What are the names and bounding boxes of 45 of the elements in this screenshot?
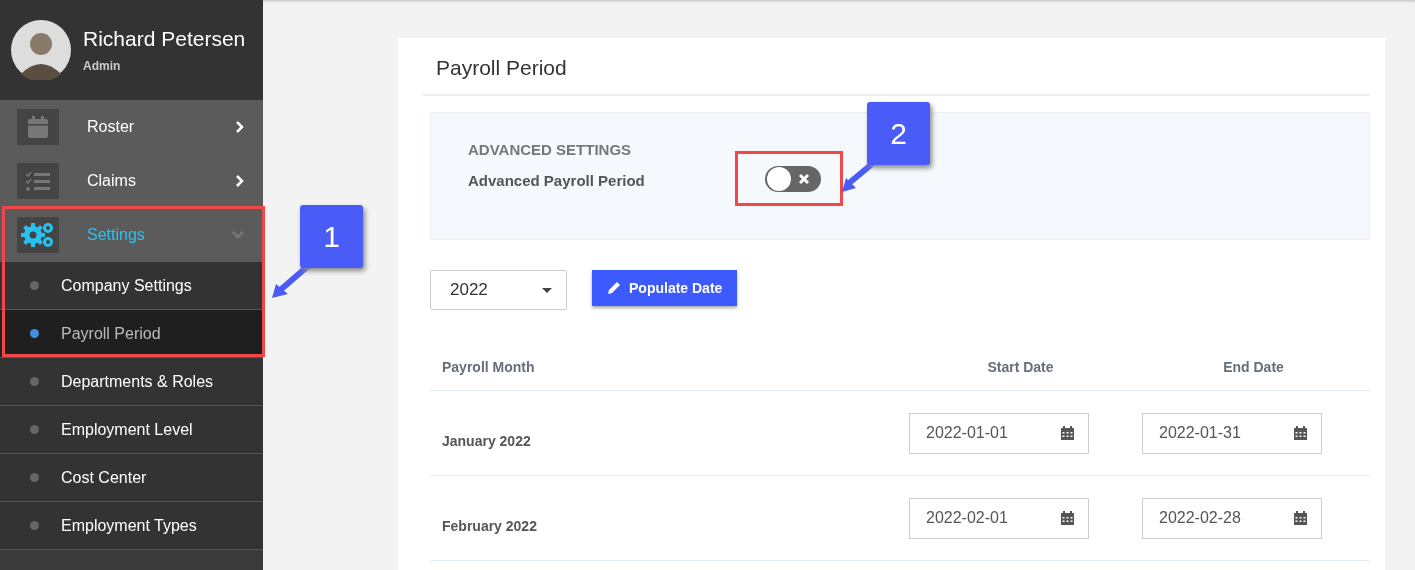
date-field[interactable]: 2022-02-01 xyxy=(909,497,1089,539)
table-cell-text: January 2022 xyxy=(441,433,532,449)
chevron-down-icon xyxy=(231,230,245,240)
callout-number: 1 xyxy=(300,205,363,268)
user-role: Admin xyxy=(83,59,122,73)
callout-number: 2 xyxy=(867,102,930,165)
year-select[interactable]: 2022 xyxy=(430,270,567,310)
submenu-item[interactable]: Payroll Period xyxy=(0,310,263,358)
table-cell-text: February 2022 xyxy=(441,518,538,534)
date-field[interactable]: 2022-02-28 xyxy=(1142,497,1322,539)
populate-date-button[interactable]: Populate Date xyxy=(592,270,738,306)
date-field[interactable]: 2022-01-31 xyxy=(1142,412,1322,454)
bullet-icon xyxy=(30,521,39,530)
column-header: Payroll Month xyxy=(441,359,536,375)
submenu-item[interactable]: Cost Center xyxy=(0,454,263,502)
menu-item[interactable]: Roster xyxy=(0,100,263,154)
calendar-icon[interactable] xyxy=(1294,511,1307,525)
bullet-icon xyxy=(30,473,39,482)
calendar-icon[interactable] xyxy=(1294,426,1307,440)
submenu-item[interactable]: Departments & Roles xyxy=(0,358,263,406)
column-header: Start Date xyxy=(986,359,1055,375)
setting-label: Advanced Payroll Period xyxy=(468,172,645,189)
calendar-icon[interactable] xyxy=(1061,511,1074,525)
section-heading: ADVANCED SETTINGS xyxy=(468,141,633,158)
bullet-icon xyxy=(30,281,39,290)
page-title: Payroll Period xyxy=(435,55,568,80)
toggle-switch[interactable] xyxy=(764,166,821,192)
checklist-icon xyxy=(25,170,51,192)
pencil-icon xyxy=(607,281,621,295)
column-header: End Date xyxy=(1222,359,1285,375)
calendar-icon xyxy=(27,115,49,139)
submenu-item[interactable]: Employment Level xyxy=(0,406,263,454)
menu-item[interactable]: Claims xyxy=(0,154,263,208)
calendar-icon[interactable] xyxy=(1061,426,1074,440)
chevron-right-icon xyxy=(235,120,245,134)
user-name: Richard Petersen xyxy=(83,27,246,51)
bullet-icon xyxy=(30,425,39,434)
caret-icon xyxy=(542,287,552,293)
avatar xyxy=(11,20,71,80)
bullet-icon xyxy=(30,377,39,386)
date-field[interactable]: 2022-01-01 xyxy=(909,412,1089,454)
chevron-right-icon xyxy=(235,174,245,188)
bullet-icon xyxy=(30,329,39,338)
submenu-item[interactable]: Employment Types xyxy=(0,502,263,550)
submenu-item[interactable]: Company Settings xyxy=(0,262,263,310)
